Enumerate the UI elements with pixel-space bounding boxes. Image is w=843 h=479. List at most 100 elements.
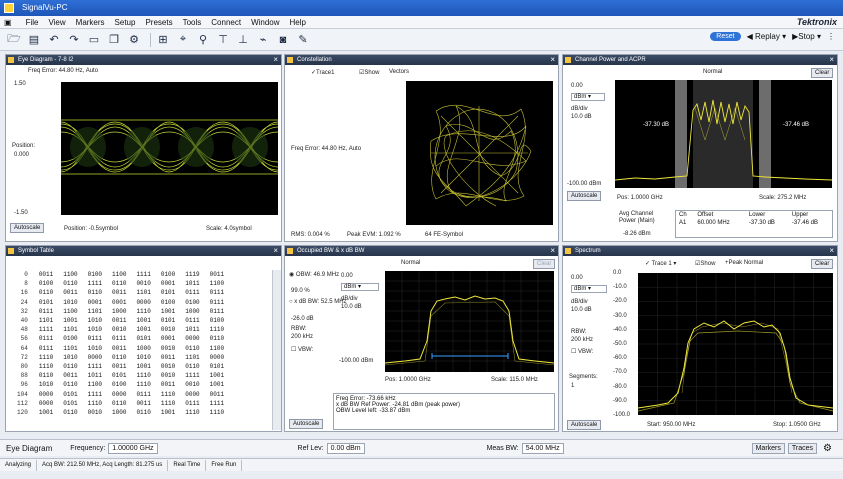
spec-start[interactable]: Start: 950.00 MHz (647, 422, 695, 428)
close-icon[interactable]: × (550, 246, 555, 256)
table-row[interactable]: 48 1111 1101 1010 0010 1001 0010 1011 1110 (12, 325, 229, 334)
obw-clear-button[interactable]: Clear (533, 259, 556, 269)
obw-pos[interactable]: Pos: 1.0000 GHz (385, 377, 431, 383)
acpr-pos[interactable]: Pos: 1.0000 GHz (617, 195, 663, 201)
spec-show[interactable]: ☑Show (695, 260, 715, 267)
spec-clear-button[interactable]: Clear (811, 259, 834, 269)
menu-markers[interactable]: Markers (76, 18, 105, 27)
spec-vbw-toggle[interactable]: ☐ VBW: (571, 348, 593, 355)
spec-detect[interactable]: +Peak Normal (725, 260, 763, 266)
undo-icon[interactable]: ↶ (46, 32, 62, 48)
eye-position-value[interactable]: 0.000 (14, 152, 29, 158)
menu-help[interactable]: Help (290, 18, 306, 27)
constellation-plot[interactable] (406, 81, 553, 225)
more-icon[interactable]: ⋮ (827, 32, 835, 41)
spec-ref[interactable]: 0.00 (571, 275, 583, 281)
spec-unit-select[interactable]: dBm ▾ (571, 285, 607, 293)
reset-button[interactable]: Reset (710, 32, 741, 41)
const-vectors[interactable]: Vectors (389, 69, 409, 75)
menu-connect[interactable]: Connect (211, 18, 241, 27)
frequency-field[interactable]: 1.00000 GHz (108, 442, 158, 454)
table-row[interactable]: 32 0111 1100 1101 1000 1110 1001 1000 0111 (12, 307, 229, 316)
spec-rbw[interactable]: 200 kHz (571, 337, 593, 343)
spec-div[interactable]: 10.0 dB (571, 307, 592, 313)
table-row[interactable]: 24 0101 1010 0001 0001 0000 0100 0100 0111 (12, 298, 229, 307)
const-show[interactable]: ☑Show (359, 69, 379, 76)
display-icon[interactable]: ⊞ (155, 32, 171, 48)
obw-vbw-toggle[interactable]: ☐ VBW: (291, 346, 313, 353)
obw-rbw-value[interactable]: 200 kHz (291, 334, 313, 340)
close-icon[interactable]: × (273, 246, 278, 256)
table-row[interactable]: 16 0110 0011 0110 0011 1101 0101 0111 0111 (12, 288, 229, 297)
table-row[interactable]: 64 0111 1101 1010 0011 1000 0010 0110 1100 (12, 344, 229, 353)
obw-div[interactable]: 10.0 dB (341, 304, 362, 310)
menu-file[interactable]: File (26, 18, 39, 27)
table-row[interactable]: 8 0100 0110 1111 0110 0010 0001 1011 1100 (12, 279, 229, 288)
table-row[interactable]: 40 1101 1001 1010 0011 1001 0101 0111 0100 (12, 316, 229, 325)
table-row[interactable]: 56 0111 0100 0111 0111 0101 0001 0000 0110 (12, 334, 229, 343)
camera-icon[interactable]: ◙ (275, 32, 291, 48)
close-icon[interactable]: × (829, 55, 834, 65)
edit-icon[interactable]: ✎ (295, 32, 311, 48)
obw-result-4[interactable]: -26.0 dB (291, 316, 314, 322)
obw-ref[interactable]: 0.00 (341, 273, 353, 279)
acpr-autoscale-button[interactable]: Autoscale (567, 191, 602, 201)
markers-button[interactable]: Markers (751, 442, 785, 454)
menu-icon[interactable]: ▣ (4, 18, 12, 27)
eye-xposition[interactable]: Position: -0.5symbol (64, 226, 118, 232)
spec-stop[interactable]: Stop: 1.0500 GHz (773, 422, 821, 428)
trigger-icon[interactable]: ⊥ (235, 32, 251, 48)
redo-icon[interactable]: ↷ (66, 32, 82, 48)
menu-setup[interactable]: Setup (115, 18, 136, 27)
traces-button[interactable]: Traces (787, 442, 818, 454)
menu-tools[interactable]: Tools (183, 18, 202, 27)
acpr-clear-button[interactable]: Clear (811, 68, 834, 78)
antenna-icon[interactable]: ⚲ (195, 32, 211, 48)
spec-segments-value[interactable]: 1 (571, 383, 574, 389)
replay-button[interactable]: ◀ Replay ▾ (747, 32, 787, 41)
symbol-table-scrollbar[interactable] (272, 270, 281, 430)
table-row[interactable]: 0 0011 1100 0100 1100 1111 0100 1119 0011 (12, 270, 229, 279)
table-row[interactable]: 72 1110 1010 0000 0110 1010 0011 1101 0000 (12, 353, 229, 362)
eye-xscale[interactable]: Scale: 4.0symbol (206, 226, 252, 232)
acquire-icon[interactable]: ⌁ (255, 32, 271, 48)
obw-autoscale-button[interactable]: Autoscale (289, 419, 324, 429)
spectrum-plot[interactable] (637, 273, 834, 415)
acpr-plot[interactable]: -37.30 dB -37.46 dB (614, 80, 833, 188)
obw-unit-select[interactable]: dBm ▾ (341, 283, 379, 291)
copy-icon[interactable]: ❐ (106, 32, 122, 48)
table-row[interactable]: 80 1110 0110 1111 0011 1001 0010 0110 0101 (12, 362, 229, 371)
marker-icon[interactable]: ⌖ (175, 32, 191, 48)
acpr-scale[interactable]: Scale: 275.2 MHz (759, 195, 806, 201)
eye-autoscale-button[interactable]: Autoscale (10, 223, 45, 233)
spec-trace[interactable]: ✓ Trace 1 ▾ (645, 260, 676, 267)
acpr-div[interactable]: 10.0 dB (571, 114, 592, 120)
close-icon[interactable]: × (273, 55, 278, 65)
acpr-ref[interactable]: 0.00 (571, 83, 583, 89)
window-icon[interactable]: ▭ (86, 32, 102, 48)
close-icon[interactable]: × (829, 246, 834, 256)
obw-result-2[interactable]: 99.0 % (291, 288, 310, 294)
table-row[interactable]: 96 1010 0110 1100 0100 1110 0011 0010 1001 (12, 380, 229, 389)
const-trace[interactable]: ✓Trace1 (311, 69, 334, 76)
gear-icon[interactable]: ⚙ (823, 443, 832, 454)
meas-bw-field[interactable]: 54.00 MHz (521, 442, 564, 454)
table-row[interactable]: 88 0110 0011 1011 0101 1110 0010 1111 1001 (12, 371, 229, 380)
obw-plot[interactable] (384, 271, 555, 372)
spec-autoscale-button[interactable]: Autoscale (567, 420, 602, 430)
close-icon[interactable]: × (550, 55, 555, 65)
ref-level-field[interactable]: 0.00 dBm (326, 442, 365, 454)
table-row[interactable]: 104 0000 0101 1111 0000 0111 1110 0000 0011 (12, 389, 229, 398)
gear-icon[interactable]: ⚙ (126, 32, 142, 48)
menu-window[interactable]: Window (251, 18, 279, 27)
amplitude-icon[interactable]: ⊤ (215, 32, 231, 48)
obw-scale[interactable]: Scale: 115.0 MHz (491, 377, 538, 383)
menu-view[interactable]: View (48, 18, 65, 27)
eye-diagram-plot[interactable] (60, 82, 279, 215)
menu-presets[interactable]: Presets (145, 18, 172, 27)
acpr-unit-select[interactable]: dBm ▾ (571, 93, 605, 101)
table-row[interactable]: 112 0000 0101 1110 0110 0011 1110 0111 1111 (12, 399, 229, 408)
stop-button[interactable]: ▶Stop ▾ (792, 32, 821, 41)
save-icon[interactable]: ▤ (26, 32, 42, 48)
open-icon[interactable]: 🗁 (6, 32, 22, 48)
